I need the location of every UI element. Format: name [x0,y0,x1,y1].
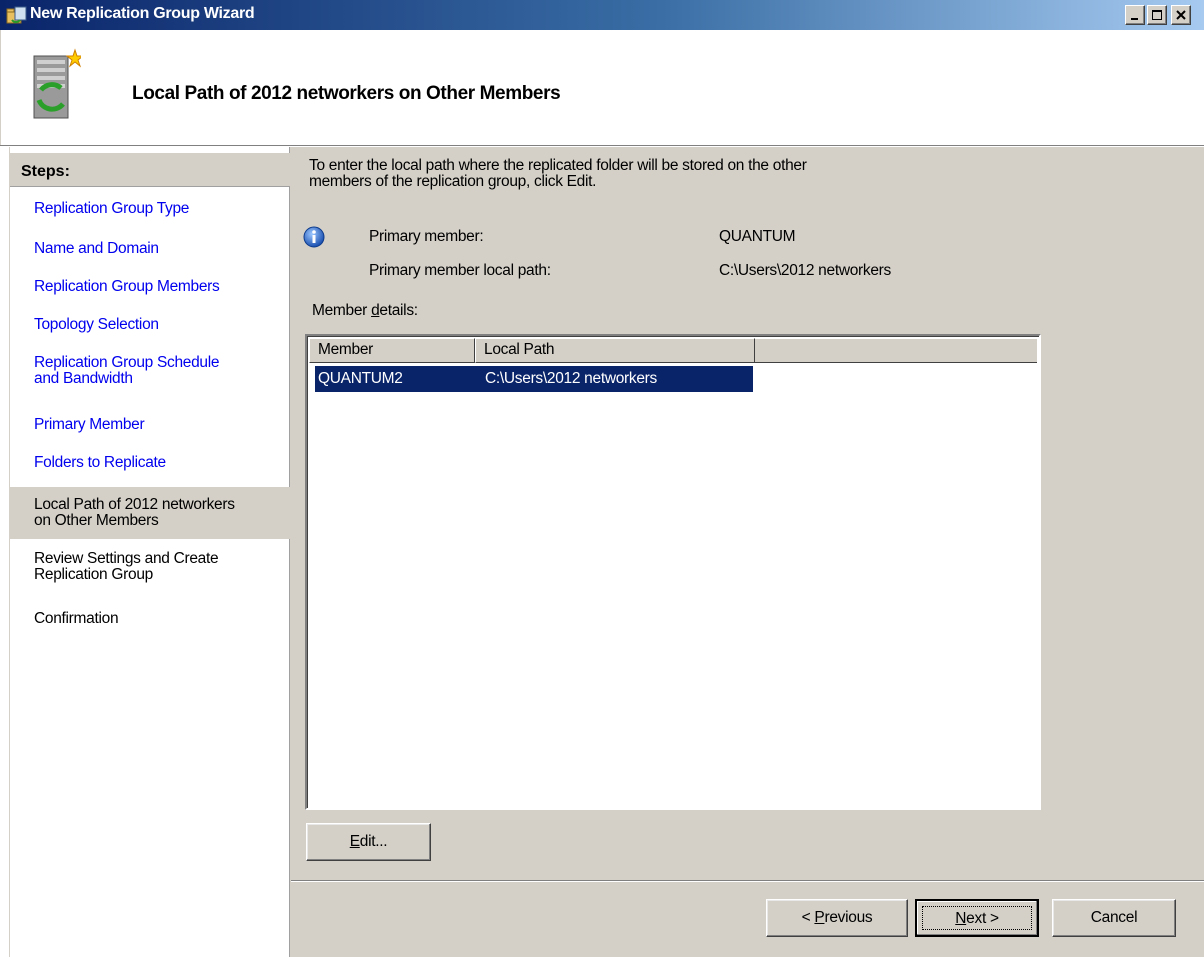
minimize-button[interactable] [1125,5,1145,25]
step-item[interactable]: Name and Domain [10,239,290,261]
step-item[interactable]: Replication Group Schedule and Bandwidth [10,353,290,389]
next-button[interactable]: Next > [915,899,1039,937]
steps-heading: Steps: [21,163,70,180]
cancel-button[interactable]: Cancel [1052,899,1176,937]
step-item[interactable]: Replication Group Members [10,277,290,299]
step-label: Confirmation [34,610,119,627]
page-title: Local Path of 2012 networkers on Other M… [132,83,561,104]
cell-local-path: C:\Users\2012 networkers [485,370,657,387]
steps-header: Steps: [10,153,290,187]
step-item[interactable]: Topology Selection [10,315,290,337]
step-label: on Other Members [34,512,159,529]
step-item: Confirmation [10,609,290,631]
member-details-label: Member details: [312,302,418,319]
step-label: Topology Selection [34,316,159,333]
step-item: Review Settings and Create Replication Gr… [10,549,290,585]
instructions-text: To enter the local path where the replic… [309,158,949,190]
member-details-list[interactable]: Member Local Path QUANTUM2 C:\Users\2012… [305,334,1041,810]
steps-sidebar: Steps: Replication Group Type Name and Do… [10,147,290,957]
step-label: Replication Group Type [34,200,190,217]
maximize-icon [1152,10,1162,20]
step-label: Local Path of 2012 networkers [34,496,235,513]
step-item[interactable]: Folders to Replicate [10,453,290,475]
column-header-local-path[interactable]: Local Path [475,338,755,363]
edit-button[interactable]: Edit... [306,823,431,861]
previous-button[interactable]: < Previous [766,899,908,937]
step-label: Name and Domain [34,240,159,257]
footer-divider [291,880,1204,882]
replication-server-icon [31,48,85,127]
title-bar[interactable]: New Replication Group Wizard [0,0,1204,30]
step-label: Folders to Replicate [34,454,166,471]
step-label: Replication Group [34,566,153,583]
minimize-icon [1131,18,1138,20]
primary-member-label: Primary member: [369,228,484,245]
step-label: and Bandwidth [34,370,133,387]
focus-rect [922,906,1032,930]
close-icon [1176,10,1186,20]
column-header-filler [755,338,1037,363]
step-label: Replication Group Members [34,278,220,295]
step-label: Replication Group Schedule [34,354,220,371]
instructions-line-2: members of the replication group, click … [309,173,597,190]
maximize-button[interactable] [1147,5,1167,25]
step-item[interactable]: Primary Member [10,415,290,437]
close-button[interactable] [1171,5,1191,25]
column-header-member[interactable]: Member [309,338,475,363]
primary-path-value: C:\Users\2012 networkers [719,262,891,279]
left-margin [0,147,10,957]
step-label: Primary Member [34,416,145,433]
info-icon [303,226,325,252]
primary-member-value: QUANTUM [719,228,796,245]
table-row[interactable]: QUANTUM2 C:\Users\2012 networkers [315,366,753,392]
step-label: Review Settings and Create [34,550,219,567]
cell-member: QUANTUM2 [318,370,403,387]
step-item: Local Path of 2012 networkers on Other Me… [10,487,290,539]
window-title: New Replication Group Wizard [30,5,255,22]
step-item[interactable]: Replication Group Type [10,199,290,221]
replication-group-icon [6,5,28,25]
primary-path-label: Primary member local path: [369,262,551,279]
instructions-line-1: To enter the local path where the replic… [309,157,807,174]
wizard-header: Local Path of 2012 networkers on Other M… [0,30,1204,145]
